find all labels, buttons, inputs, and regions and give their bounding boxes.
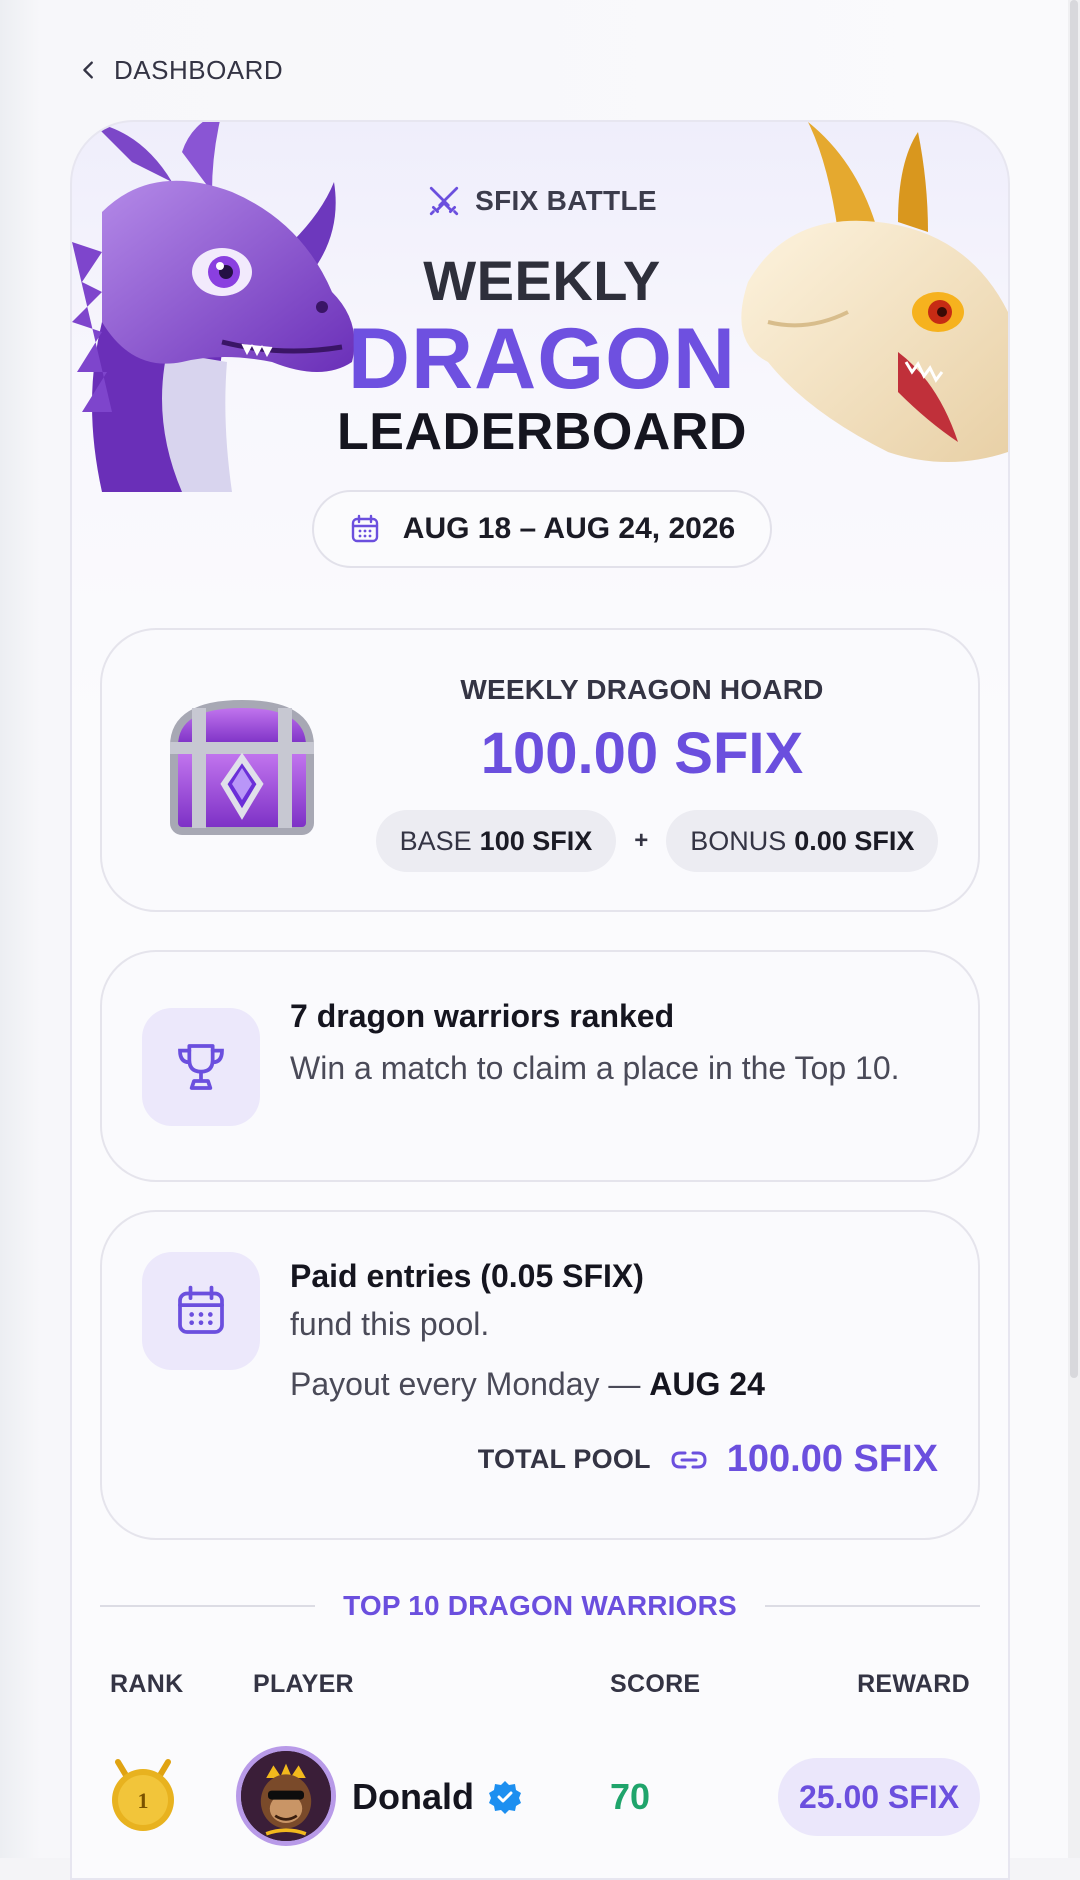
chevron-left-icon [83,61,93,79]
column-score: SCORE [610,1670,701,1698]
top-ten-header: TOP 10 DRAGON WARRIORS [100,1586,980,1626]
base-chip: BASE 100 SFIX [375,810,617,872]
table-row[interactable]: 1 Donald 70 25.00 SFIX [100,1746,980,1846]
battle-badge: SFIX BATTLE [72,184,1008,218]
reward-badge: 25.00 SFIX [778,1758,980,1836]
page: DASHBOARD SFIX BATTLE WEEKLY DRAGON LEAD… [0,0,1068,1880]
treasure-chest-icon [169,699,315,835]
ape-avatar-image [241,1751,331,1841]
plus-sign: + [634,827,649,854]
date-range-text: AUG 18 – AUG 24, 2026 [402,512,736,545]
hoard-amount: 100.00 SFIX [480,721,804,786]
warriors-count: 7 dragon warriors ranked [290,998,675,1034]
crossed-swords-icon [430,186,459,216]
payout-schedule: Payout every Monday — AUG 24 [290,1366,765,1403]
payout-prefix: Payout every Monday — [290,1366,641,1402]
entries-title: Paid entries (0.05 SFIX) [290,1258,644,1294]
column-player: PLAYER [253,1670,354,1698]
battle-label: SFIX BATTLE [475,185,657,216]
bonus-chip: BONUS 0.00 SFIX [666,810,939,872]
verified-badge-icon [489,1781,521,1814]
hoard-breakdown: BASE 100 SFIX + BONUS 0.00 SFIX [372,810,942,872]
player-score: 70 [610,1776,651,1817]
bonus-value: 0.00 SFIX [794,825,915,856]
total-pool-label: TOTAL POOL [477,1444,651,1474]
back-label: DASHBOARD [114,54,284,85]
scrollbar[interactable] [1068,0,1080,1858]
hoard-label: WEEKLY DRAGON HOARD [460,674,824,705]
total-pool-row: TOTAL POOL 100.00 SFIX [478,1438,938,1481]
rank-number: 1 [138,1788,149,1813]
gold-medal-icon: 1 [112,1759,174,1831]
calendar-icon-box [142,1252,260,1370]
calendar-icon [178,1285,224,1334]
calendar-icon [351,514,378,543]
dragon-hoard-card: WEEKLY DRAGON HOARD 100.00 SFIX BASE 100… [100,628,980,912]
payout-date: AUG 24 [649,1366,765,1402]
bonus-label: BONUS [690,825,787,856]
top-ten-title: TOP 10 DRAGON WARRIORS [343,1590,737,1621]
trophy-icon [178,1044,224,1090]
total-pool-amount: 100.00 SFIX [726,1438,938,1480]
warriors-description: Win a match to claim a place in the Top … [290,1050,900,1086]
avatar[interactable] [236,1746,336,1846]
link-icon[interactable] [669,1440,709,1480]
player-name[interactable]: Donald [352,1776,474,1818]
scrollbar-thumb[interactable] [1070,0,1078,1378]
entries-subtitle: fund this pool. [290,1306,490,1342]
divider-left [100,1605,316,1607]
title-dragon: DRAGON [347,311,737,407]
column-rank: RANK [110,1670,184,1698]
trophy-icon-box [142,1008,260,1126]
title-weekly: WEEKLY [423,249,661,312]
warriors-ranked-card: 7 dragon warriors ranked Win a match to … [100,950,980,1182]
back-to-dashboard-link[interactable]: DASHBOARD [78,52,283,88]
divider-right [764,1605,980,1607]
column-reward: REWARD [857,1670,970,1698]
base-value: 100 SFIX [479,825,593,856]
date-range-pill: AUG 18 – AUG 24, 2026 [312,490,772,568]
title-leaderboard: LEADERBOARD [337,403,747,461]
base-label: BASE [399,825,472,856]
paid-entries-card: Paid entries (0.05 SFIX) fund this pool.… [100,1210,980,1540]
table-header: RANK PLAYER SCORE REWARD [100,1664,980,1704]
